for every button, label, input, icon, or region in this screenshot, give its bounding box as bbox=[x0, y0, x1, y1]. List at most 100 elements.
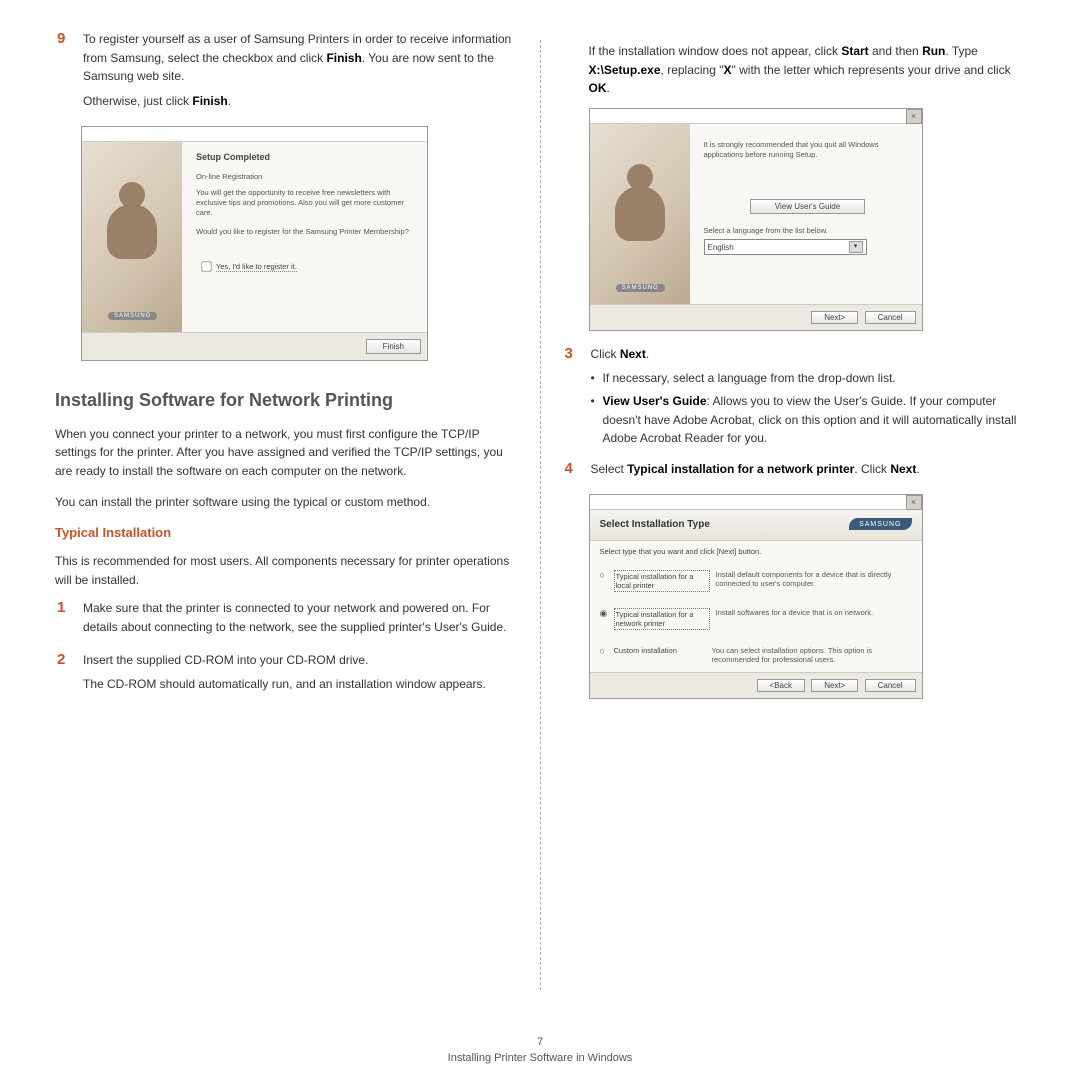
cancel-button[interactable]: Cancel bbox=[865, 311, 916, 324]
step-number: 4 bbox=[563, 460, 591, 485]
dialog-titlebar: × bbox=[590, 109, 922, 124]
step-3: 3 Click Next. •If necessary, select a la… bbox=[563, 345, 1026, 452]
intro-p2: You can install the printer software usi… bbox=[55, 493, 518, 512]
bold: Run bbox=[922, 44, 945, 58]
step-9: 9 To register yourself as a user of Sams… bbox=[55, 30, 518, 116]
step-number: 3 bbox=[563, 345, 591, 452]
figure-icon bbox=[610, 164, 670, 254]
close-icon[interactable]: × bbox=[906, 495, 922, 510]
chevron-down-icon: ▾ bbox=[849, 241, 863, 253]
text: Otherwise, just click bbox=[83, 94, 192, 108]
step4-p: Select Typical installation for a networ… bbox=[591, 460, 1026, 479]
screenshot-language-select: × SAMSUNG It is strongly recommended tha… bbox=[589, 108, 923, 331]
text: . bbox=[916, 462, 919, 476]
step2-p2: The CD-ROM should automatically run, and… bbox=[83, 675, 518, 694]
bullet-2: •View User's Guide: Allows you to view t… bbox=[591, 392, 1026, 448]
option-network-desc: Install softwares for a device that is o… bbox=[710, 608, 912, 617]
bullet-text: If necessary, select a language from the… bbox=[603, 371, 896, 385]
view-guide-button[interactable]: View User's Guide bbox=[750, 199, 865, 214]
bold: Next bbox=[890, 462, 916, 476]
step-body: Make sure that the printer is connected … bbox=[83, 599, 518, 642]
recommend-text: It is strongly recommended that you quit… bbox=[704, 140, 908, 160]
step2-p1: Insert the supplied CD-ROM into your CD-… bbox=[83, 651, 518, 670]
right-column: If the installation window does not appe… bbox=[541, 30, 1026, 1000]
samsung-logo: SAMSUNG bbox=[849, 518, 911, 530]
guide-button-row: View User's Guide bbox=[704, 199, 908, 214]
reg-heading: On-line Registration bbox=[196, 172, 413, 182]
step-body: To register yourself as a user of Samsun… bbox=[83, 30, 518, 116]
bold: X:\Setup.exe bbox=[589, 63, 661, 77]
next-button[interactable]: Next> bbox=[811, 311, 858, 324]
subsection-heading: Typical Installation bbox=[55, 525, 518, 540]
option-custom-desc: You can select installation options. Thi… bbox=[706, 646, 912, 664]
option-network: ◉ Typical installation for a network pri… bbox=[590, 600, 922, 638]
register-checkbox[interactable] bbox=[201, 261, 211, 271]
subsection-p: This is recommended for most users. All … bbox=[55, 552, 518, 589]
radio-network[interactable]: ◉ bbox=[600, 608, 614, 619]
step-body: Insert the supplied CD-ROM into your CD-… bbox=[83, 651, 518, 700]
step-number: 9 bbox=[55, 30, 83, 116]
next-button[interactable]: Next> bbox=[811, 679, 858, 692]
option-local-label: Typical installation for a local printer bbox=[614, 570, 710, 592]
top-note: If the installation window does not appe… bbox=[589, 42, 1026, 98]
dialog-sidebar: SAMSUNG bbox=[82, 142, 182, 332]
dialog-content: Setup Completed On-line Registration You… bbox=[182, 142, 427, 332]
dialog-footer: Next> Cancel bbox=[590, 304, 922, 330]
bold: View User's Guide bbox=[603, 394, 707, 408]
page-columns: 9 To register yourself as a user of Sams… bbox=[0, 0, 1080, 1080]
text: . bbox=[646, 347, 649, 361]
install-instruction: Select type that you want and click [Nex… bbox=[590, 541, 922, 562]
dialog-titlebar: × bbox=[590, 495, 922, 510]
page-number: 7 bbox=[0, 1036, 1080, 1048]
finish-button[interactable]: Finish bbox=[366, 339, 421, 354]
step-1: 1 Make sure that the printer is connecte… bbox=[55, 599, 518, 642]
dialog-sidebar: SAMSUNG bbox=[590, 124, 690, 304]
bold: OK bbox=[589, 81, 607, 95]
footer-title: Installing Printer Software in Windows bbox=[0, 1052, 1080, 1064]
text: Click bbox=[591, 347, 620, 361]
step-number: 1 bbox=[55, 599, 83, 642]
language-label: Select a language from the list below. bbox=[704, 226, 908, 236]
bold: Next bbox=[620, 347, 646, 361]
language-select[interactable]: English ▾ bbox=[704, 239, 867, 255]
text: , replacing " bbox=[661, 63, 724, 77]
close-icon[interactable]: × bbox=[906, 109, 922, 124]
option-local-desc: Install default components for a device … bbox=[710, 570, 912, 588]
step-4: 4 Select Typical installation for a netw… bbox=[563, 460, 1026, 485]
step9-p2: Otherwise, just click Finish. bbox=[83, 92, 518, 111]
dialog-content: It is strongly recommended that you quit… bbox=[690, 124, 922, 304]
dialog-titlebar bbox=[82, 127, 427, 142]
back-button[interactable]: <Back bbox=[757, 679, 805, 692]
register-checkbox-row: Yes, I'd like to register it. bbox=[196, 257, 413, 276]
option-network-label: Typical installation for a network print… bbox=[614, 608, 710, 630]
option-local: ○ Typical installation for a local print… bbox=[590, 562, 922, 600]
bullet-1: •If necessary, select a language from th… bbox=[591, 369, 1026, 388]
text: . bbox=[228, 94, 231, 108]
dialog-footer: <Back Next> Cancel bbox=[590, 672, 922, 698]
page-footer: 7 Installing Printer Software in Windows bbox=[0, 1036, 1080, 1064]
step-body: Click Next. •If necessary, select a lang… bbox=[591, 345, 1026, 452]
samsung-logo: SAMSUNG bbox=[108, 312, 157, 320]
register-checkbox-label: Yes, I'd like to register it. bbox=[216, 262, 297, 272]
radio-local[interactable]: ○ bbox=[600, 570, 614, 580]
text: . Click bbox=[854, 462, 890, 476]
radio-custom[interactable]: ○ bbox=[600, 646, 614, 656]
text: If the installation window does not appe… bbox=[589, 44, 842, 58]
cancel-button[interactable]: Cancel bbox=[865, 679, 916, 692]
section-heading: Installing Software for Network Printing bbox=[55, 389, 518, 412]
setup-completed-heading: Setup Completed bbox=[196, 152, 413, 162]
step-body: Select Typical installation for a networ… bbox=[591, 460, 1026, 485]
step3-p: Click Next. bbox=[591, 345, 1026, 364]
bold: X bbox=[724, 63, 732, 77]
screenshot-setup-completed: SAMSUNG Setup Completed On-line Registra… bbox=[81, 126, 428, 361]
language-value: English bbox=[708, 243, 734, 252]
left-column: 9 To register yourself as a user of Sams… bbox=[55, 30, 540, 1000]
text: . bbox=[607, 81, 610, 95]
bold: Typical installation for a network print… bbox=[627, 462, 854, 476]
screenshot-install-type: × Select Installation Type SAMSUNG Selec… bbox=[589, 494, 923, 699]
install-type-heading: Select Installation Type bbox=[600, 519, 710, 530]
step9-p1: To register yourself as a user of Samsun… bbox=[83, 30, 518, 86]
text: . Type bbox=[945, 44, 977, 58]
bold: Finish bbox=[326, 51, 361, 65]
dialog-footer: Finish bbox=[82, 332, 427, 360]
